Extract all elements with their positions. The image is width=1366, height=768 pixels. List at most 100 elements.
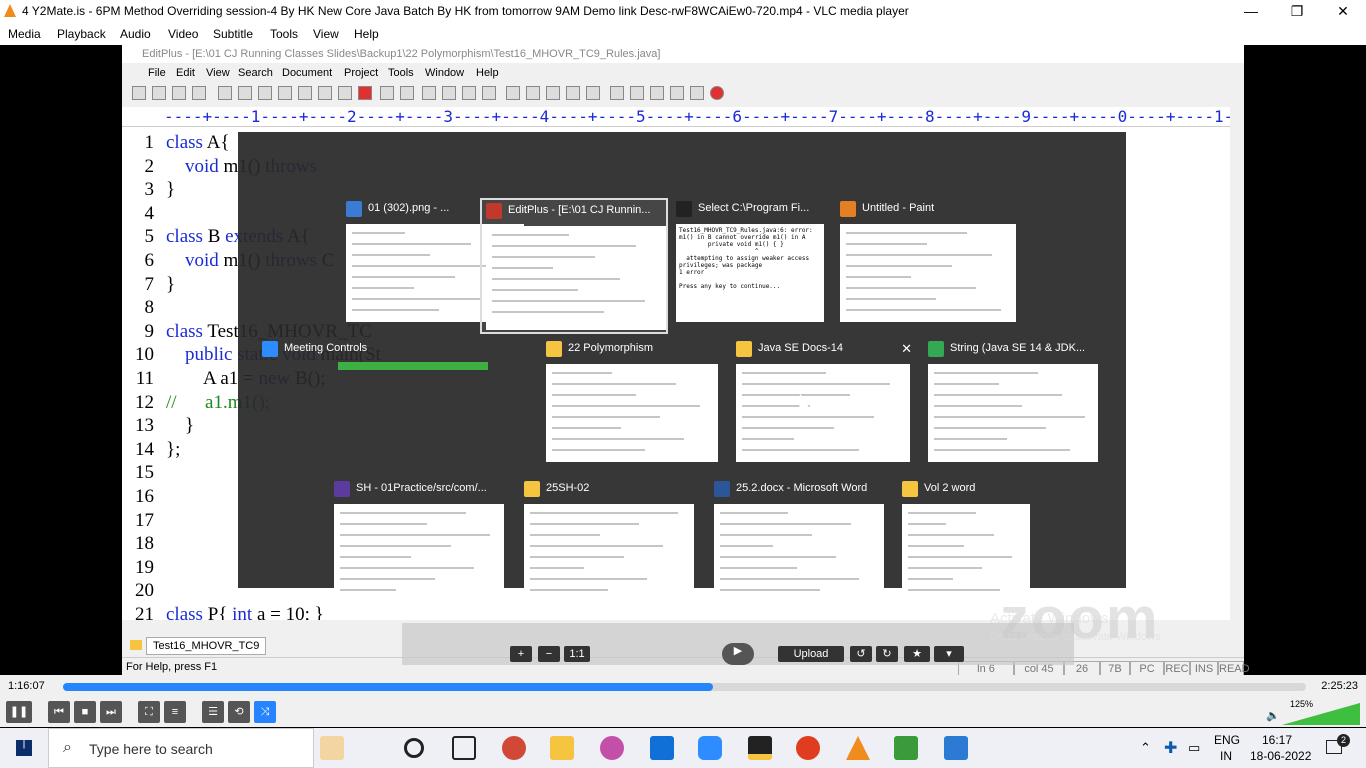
switcher-item[interactable]: 25SH-02: [520, 478, 698, 608]
zoom-minus-button[interactable]: −: [538, 646, 560, 662]
switcher-item[interactable]: String (Java SE 14 & JDK...: [924, 338, 1102, 468]
paste-icon[interactable]: [338, 86, 352, 100]
line-number-icon[interactable]: [566, 86, 580, 100]
rotate-left-icon[interactable]: ↺: [850, 646, 872, 662]
screen-icon[interactable]: [586, 86, 600, 100]
zoom-app-icon[interactable]: [698, 736, 722, 760]
vertical-scrollbar[interactable]: [1230, 107, 1244, 620]
previous-icon[interactable]: ⏮: [48, 701, 70, 723]
lang-line2[interactable]: IN: [1220, 749, 1232, 763]
ep-menu-help[interactable]: Help: [476, 67, 499, 79]
file-explorer-icon[interactable]: [550, 736, 574, 760]
menu-help[interactable]: Help: [354, 27, 379, 41]
undo-icon[interactable]: [380, 86, 394, 100]
find-icon[interactable]: [422, 86, 436, 100]
help-icon[interactable]: [690, 86, 704, 100]
save-all-icon[interactable]: [192, 86, 206, 100]
playlist-icon[interactable]: ☰: [202, 701, 224, 723]
wordwrap-icon[interactable]: [526, 86, 540, 100]
pause-icon[interactable]: ❚❚: [6, 701, 32, 723]
switcher-item[interactable]: Java SE Docs-14 ✕: [732, 338, 914, 468]
speaker-icon[interactable]: 🔈: [1266, 709, 1280, 722]
clock-time[interactable]: 16:17: [1262, 733, 1292, 747]
chrome-icon[interactable]: [502, 736, 526, 760]
menu-playback[interactable]: Playback: [57, 27, 106, 41]
extended-settings-icon[interactable]: ≡: [164, 701, 186, 723]
close-doc-icon[interactable]: [710, 86, 724, 100]
window-list-icon[interactable]: [610, 86, 624, 100]
stop-icon[interactable]: ■: [74, 701, 96, 723]
shuffle-icon[interactable]: ⤨: [254, 701, 276, 723]
zoom-ratio-button[interactable]: 1:1: [564, 646, 590, 662]
ep-menu-search[interactable]: Search: [238, 67, 273, 79]
redo-icon[interactable]: [400, 86, 414, 100]
task-view-icon[interactable]: [452, 736, 476, 760]
switcher-item[interactable]: Untitled - Paint: [836, 198, 1020, 328]
find-next-icon[interactable]: [442, 86, 456, 100]
replace-icon[interactable]: [462, 86, 476, 100]
snip-icon[interactable]: [600, 736, 624, 760]
video-area[interactable]: EditPlus - [E:\01 CJ Running Classes Sli…: [0, 45, 1366, 675]
cut-icon[interactable]: [298, 86, 312, 100]
switcher-item[interactable]: 25.2.docx - Microsoft Word: [710, 478, 888, 608]
cliptext-icon[interactable]: [630, 86, 644, 100]
loop-icon[interactable]: ⟲: [228, 701, 250, 723]
goto-icon[interactable]: [482, 86, 496, 100]
minimize-button[interactable]: —: [1228, 0, 1274, 23]
close-button[interactable]: ✕: [1320, 0, 1366, 23]
ruler-icon[interactable]: [546, 86, 560, 100]
search-box[interactable]: ⌕ Type here to search: [48, 728, 314, 768]
recorder-icon[interactable]: [796, 736, 820, 760]
next-icon[interactable]: ⏭: [100, 701, 122, 723]
search-highlight-icon[interactable]: [320, 736, 344, 760]
html-icon[interactable]: [278, 86, 292, 100]
ep-menu-document[interactable]: Document: [282, 67, 332, 79]
save-icon[interactable]: [172, 86, 186, 100]
close-icon[interactable]: ✕: [901, 341, 912, 357]
tray-plus-icon[interactable]: ✚: [1164, 738, 1177, 758]
ep-menu-project[interactable]: Project: [344, 67, 378, 79]
network-icon[interactable]: ▭: [1188, 740, 1200, 756]
menu-subtitle[interactable]: Subtitle: [213, 27, 253, 41]
menu-tools[interactable]: Tools: [270, 27, 298, 41]
menu-video[interactable]: Video: [168, 27, 198, 41]
store-icon[interactable]: [650, 736, 674, 760]
tool-icon[interactable]: [650, 86, 664, 100]
zoom-plus-button[interactable]: +: [510, 646, 532, 662]
rotate-right-icon[interactable]: ↻: [876, 646, 898, 662]
ep-menu-window[interactable]: Window: [425, 67, 464, 79]
start-windows-icon[interactable]: [16, 740, 32, 756]
ep-menu-tools[interactable]: Tools: [388, 67, 414, 79]
ep-menu-view[interactable]: View: [206, 67, 230, 79]
switcher-item[interactable]: Meeting Controls: [258, 338, 528, 370]
directory-icon[interactable]: [670, 86, 684, 100]
open-icon[interactable]: [152, 86, 166, 100]
menu-media[interactable]: Media: [8, 27, 41, 41]
switcher-item[interactable]: SH - 01Practice/src/com/...: [330, 478, 508, 608]
fullscreen-icon[interactable]: ⛶: [138, 701, 160, 723]
clock-date[interactable]: 18-06-2022: [1250, 749, 1311, 763]
seek-slider[interactable]: [63, 683, 1306, 691]
font-icon[interactable]: [506, 86, 520, 100]
ep-menu-file[interactable]: File: [148, 67, 166, 79]
spell-icon[interactable]: [258, 86, 272, 100]
new-file-icon[interactable]: [132, 86, 146, 100]
lang-line1[interactable]: ENG: [1214, 733, 1240, 747]
upload-button[interactable]: Upload: [778, 646, 844, 662]
maximize-button[interactable]: ❐: [1274, 0, 1320, 23]
volume-slider[interactable]: [1282, 703, 1360, 725]
star-icon[interactable]: ★: [904, 646, 930, 662]
sticky-notes-icon[interactable]: [748, 736, 772, 760]
copy-icon[interactable]: [318, 86, 332, 100]
switcher-item[interactable]: Select C:\Program Fi... Test16_MHOVR_TC9_…: [672, 198, 828, 328]
menu-audio[interactable]: Audio: [120, 27, 151, 41]
switcher-item[interactable]: 22 Polymorphism: [542, 338, 722, 468]
tray-chevron-icon[interactable]: ⌃: [1140, 740, 1151, 756]
print-preview-icon[interactable]: [218, 86, 232, 100]
menu-view[interactable]: View: [313, 27, 339, 41]
print-icon[interactable]: [238, 86, 252, 100]
editplus-taskbar-icon[interactable]: [894, 736, 918, 760]
ep-menu-edit[interactable]: Edit: [176, 67, 195, 79]
delete-icon[interactable]: [358, 86, 372, 100]
vlc-taskbar-icon[interactable]: [846, 736, 870, 760]
